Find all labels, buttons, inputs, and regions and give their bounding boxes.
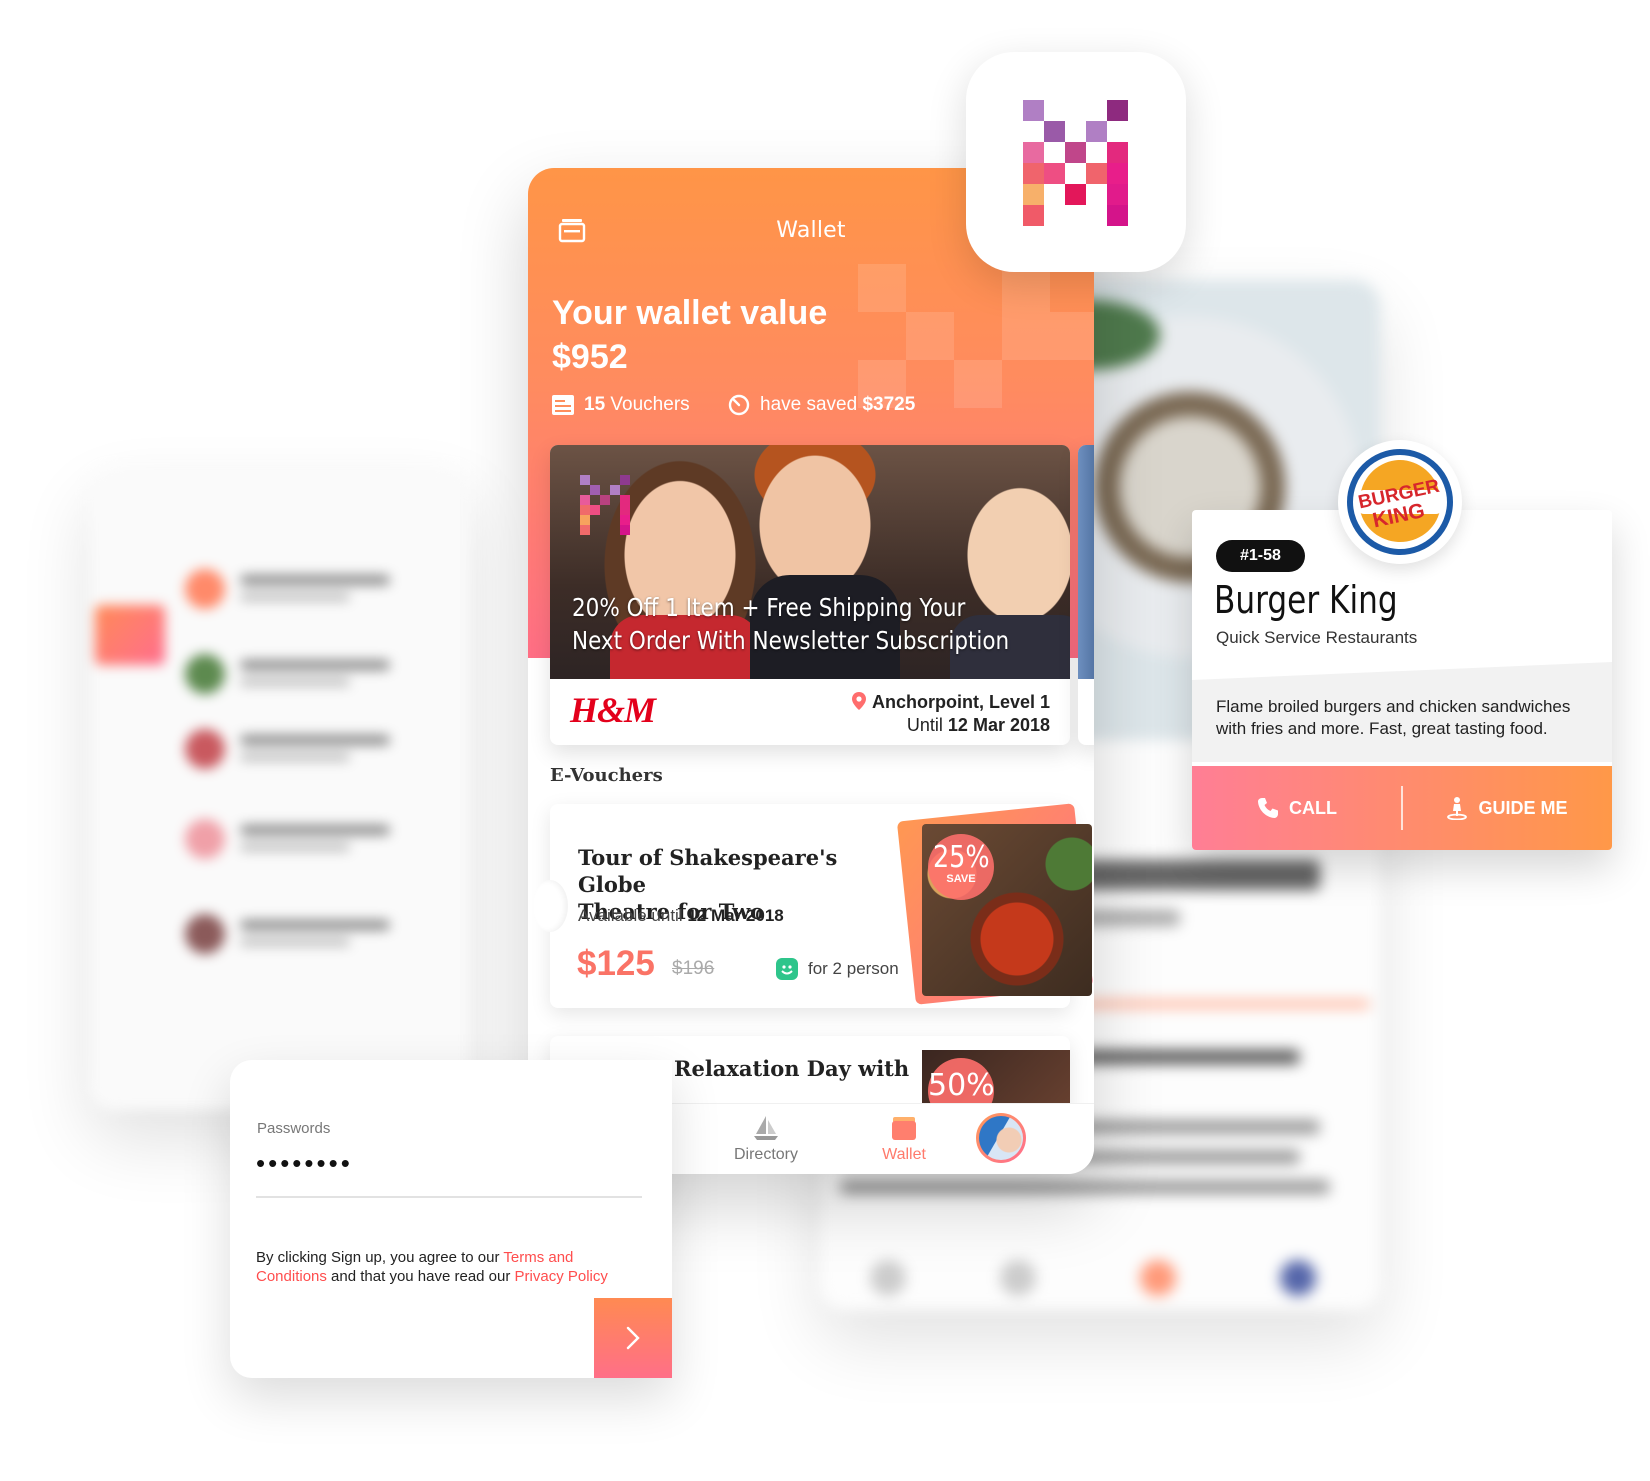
call-button-label: CALL — [1289, 797, 1337, 818]
promo-until-date: 12 Mar 2018 — [947, 715, 1050, 735]
promo-card[interactable]: 20% Off 1 Item + Free Shipping Your Next… — [550, 445, 1070, 745]
terms-text: By clicking Sign up, you agree to our Te… — [256, 1248, 636, 1286]
promo-location-name: Anchorpoint, Level 1 — [871, 692, 1050, 712]
background-nav-icon — [870, 1260, 906, 1296]
voucher-persons: for 2 person — [776, 958, 899, 980]
voucher-title: Relaxation Day with — [674, 1056, 910, 1081]
vouchers-count: 15 — [584, 394, 606, 415]
header-pattern — [954, 360, 1002, 408]
savings-clock-icon — [728, 394, 750, 416]
header-pattern — [906, 312, 954, 360]
background-list-item — [185, 815, 445, 859]
business-description: Flame broiled burgers and chicken sandwi… — [1216, 697, 1571, 738]
background-heading — [1060, 860, 1320, 890]
wallet-screen: Wallet Your wallet value $952 15 Voucher… — [528, 168, 1094, 1174]
voucher-persons-label: for 2 person — [808, 959, 899, 978]
background-list-item — [185, 565, 445, 609]
promo-until-label: Until — [906, 715, 943, 735]
chevron-right-icon — [626, 1326, 640, 1350]
promo-location: Anchorpoint, Level 1 Until 12 Mar 2018 — [851, 691, 1050, 737]
voucher-old-price: $196 — [672, 958, 715, 979]
saved-amount: $3725 — [862, 394, 916, 415]
background-nav-icon — [1140, 1260, 1176, 1296]
savings-stat: have saved $3725 — [728, 394, 915, 416]
terms-middle: and that you have read our — [326, 1268, 515, 1285]
sailboat-icon — [754, 1116, 778, 1140]
mall-logo-icon — [580, 475, 630, 535]
mall-logo-icon — [1023, 100, 1128, 226]
background-nav-icon — [1280, 1260, 1316, 1296]
background-list-item — [185, 650, 445, 694]
discount-percent: 25% — [932, 840, 990, 875]
terms-prefix: By clicking Sign up, you agree to our — [256, 1249, 504, 1266]
voucher-available-date: 12 Mar 2018 — [687, 906, 784, 925]
business-actions: CALL GUIDE ME — [1192, 766, 1612, 850]
call-button[interactable]: CALL — [1192, 766, 1402, 850]
wallet-value-label: Your wallet value — [552, 294, 828, 332]
background-nav-icon — [1000, 1260, 1036, 1296]
saved-label: have saved — [760, 394, 858, 415]
section-title: E-Vouchers — [550, 765, 663, 786]
background-list-item — [185, 725, 445, 769]
phone-icon — [1258, 798, 1278, 818]
unit-badge: #1-58 — [1216, 540, 1305, 572]
password-underline — [256, 1196, 642, 1198]
wallet-icon — [892, 1117, 916, 1140]
burger-king-logo-icon: BURGER KING — [1347, 449, 1453, 555]
wallet-value-amount: $952 — [552, 338, 628, 376]
header-pattern — [858, 264, 906, 312]
brand-logo: H&M — [570, 690, 656, 730]
smiley-icon — [776, 958, 798, 980]
promo-card-next[interactable] — [1078, 445, 1094, 745]
background-screen-left — [90, 470, 470, 1110]
tab-directory[interactable]: Directory — [706, 1114, 826, 1164]
guide-me-button[interactable]: GUIDE ME — [1402, 766, 1612, 850]
voucher-price: $125 — [577, 944, 655, 983]
burger-king-logo: BURGER KING — [1338, 440, 1462, 564]
header-pattern — [1002, 312, 1050, 360]
promo-headline-line2: Next Order With Newsletter Subscription — [572, 626, 1010, 655]
signup-card: Passwords •••••••• By clicking Sign up, … — [230, 1060, 672, 1378]
header-pattern — [1050, 312, 1094, 360]
voucher-availability: Available until 12 Mar 2018 — [578, 906, 784, 926]
voucher-title-line1: Tour of Shakespeare's Globe — [578, 845, 838, 897]
guide-me-button-label: GUIDE ME — [1478, 797, 1568, 818]
app-icon — [966, 52, 1186, 272]
vouchers-label: Vouchers — [610, 394, 690, 415]
profile-avatar[interactable] — [976, 1113, 1026, 1163]
tab-wallet-label: Wallet — [882, 1146, 926, 1163]
voucher-notch — [532, 880, 568, 932]
voucher-card[interactable]: Tour of Shakespeare's Globe Theatre for … — [532, 803, 1094, 1008]
tab-directory-label: Directory — [733, 1146, 798, 1163]
business-category: Quick Service Restaurants — [1216, 628, 1418, 647]
tab-wallet[interactable]: Wallet — [844, 1114, 964, 1164]
promo-headline-line1: 20% Off 1 Item + Free Shipping Your — [572, 593, 966, 622]
privacy-link[interactable]: Privacy Policy — [515, 1268, 608, 1285]
background-text — [840, 1180, 1330, 1194]
password-label: Passwords — [257, 1120, 331, 1137]
guide-person-icon — [1447, 797, 1468, 820]
password-field[interactable]: •••••••• — [256, 1148, 353, 1179]
discount-badge: 25% SAVE — [928, 834, 994, 900]
background-bar — [1060, 1000, 1370, 1008]
location-pin-icon — [851, 692, 866, 710]
promo-headline: 20% Off 1 Item + Free Shipping Your Next… — [572, 591, 1010, 657]
next-button[interactable] — [594, 1298, 672, 1378]
voucher-available-label: Available until — [578, 906, 683, 925]
voucher-list-icon — [552, 395, 574, 415]
business-name: Burger King — [1214, 578, 1398, 622]
vouchers-stat: 15 Vouchers — [552, 394, 690, 416]
background-tab — [95, 605, 165, 665]
background-list-item — [185, 910, 445, 954]
